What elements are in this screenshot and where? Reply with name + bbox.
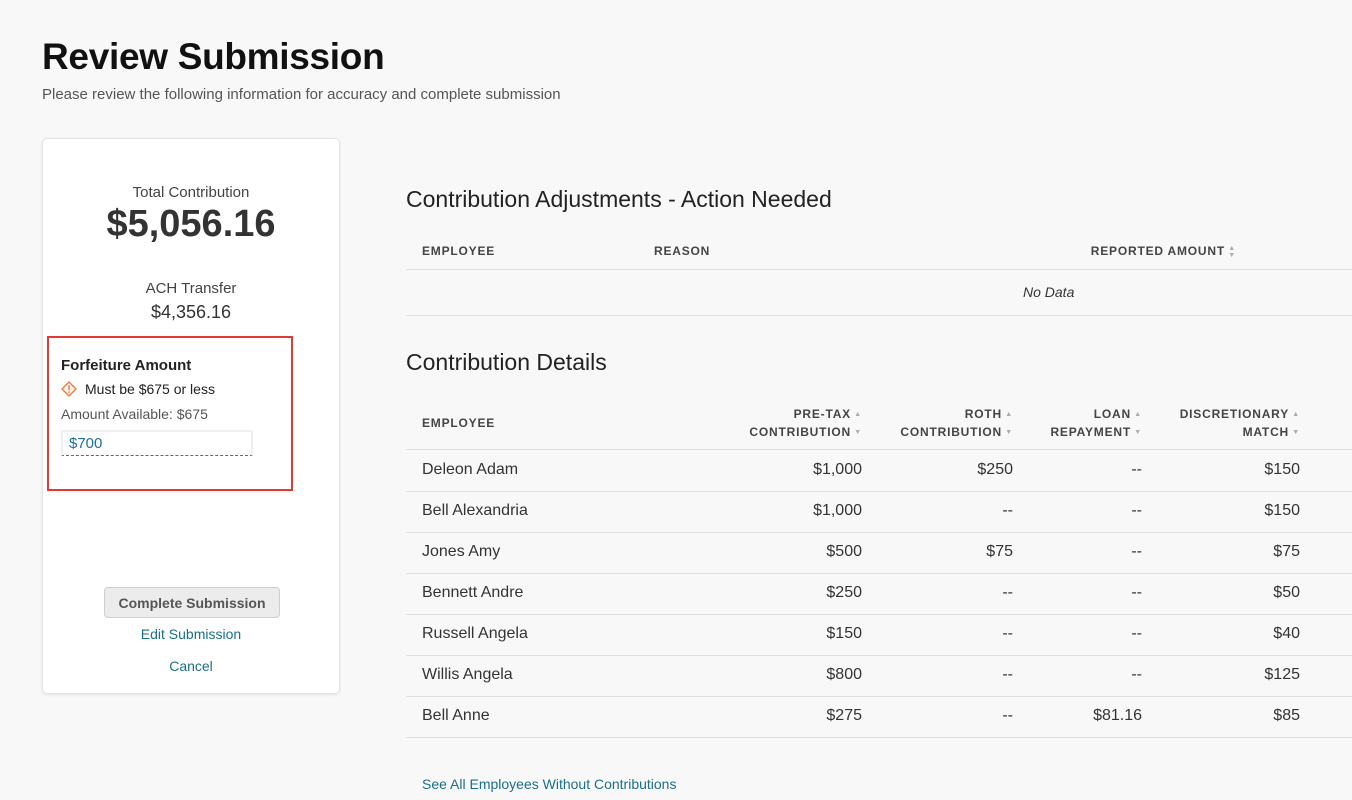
row-divider bbox=[406, 532, 1352, 533]
details-header-pretax-line2: CONTRIBUTION bbox=[749, 425, 851, 439]
row-divider bbox=[406, 655, 1352, 656]
cell-pretax: $1,000 bbox=[813, 461, 862, 478]
forfeiture-amount-input[interactable] bbox=[61, 430, 253, 456]
cell-pretax: $1,000 bbox=[813, 502, 862, 519]
forfeiture-error: Must be $675 or less bbox=[61, 381, 215, 397]
cell-match: $50 bbox=[1273, 584, 1300, 601]
cell-loan: -- bbox=[1131, 502, 1142, 519]
adj-header-reason: REASON bbox=[654, 244, 711, 258]
cell-pretax: $250 bbox=[826, 584, 862, 601]
complete-submission-button[interactable]: Complete Submission bbox=[104, 587, 280, 618]
cancel-link[interactable]: Cancel bbox=[43, 658, 339, 674]
details-header-roth-line1: ROTH bbox=[964, 407, 1002, 421]
adjustments-title: Contribution Adjustments - Action Needed bbox=[406, 186, 832, 212]
cell-loan: -- bbox=[1131, 625, 1142, 642]
amount-available-text: Amount Available: $675 bbox=[61, 406, 208, 422]
cell-match: $150 bbox=[1264, 461, 1300, 478]
row-divider bbox=[406, 614, 1352, 615]
review-submission-page: Review Submission Please review the foll… bbox=[0, 0, 1352, 800]
details-header-pretax[interactable]: PRE-TAX ▲ CONTRIBUTION ▼ bbox=[700, 405, 862, 441]
details-header-loan-line2: REPAYMENT bbox=[1050, 425, 1131, 439]
details-header-match[interactable]: DISCRETIONARY ▲ MATCH ▼ bbox=[1140, 405, 1300, 441]
forfeiture-error-text: Must be $675 or less bbox=[85, 381, 215, 397]
total-contribution-label: Total Contribution bbox=[132, 184, 250, 201]
ach-transfer-label: ACH Transfer bbox=[145, 280, 237, 297]
details-header-roth-line2: CONTRIBUTION bbox=[900, 425, 1002, 439]
cell-loan: -- bbox=[1131, 584, 1142, 601]
sort-arrows-icon[interactable]: ▲ ▼ bbox=[1228, 245, 1236, 259]
details-header-pretax-line1: PRE-TAX bbox=[793, 407, 851, 421]
cell-employee: Jones Amy bbox=[422, 543, 501, 560]
page-title: Review Submission bbox=[42, 36, 385, 77]
cell-roth: -- bbox=[1002, 584, 1013, 601]
details-header-employee: EMPLOYEE bbox=[422, 416, 496, 430]
cell-employee: Willis Angela bbox=[422, 666, 513, 683]
cell-roth: $75 bbox=[986, 543, 1013, 560]
warning-diamond-icon bbox=[61, 381, 77, 397]
sort-down-icon[interactable]: ▼ bbox=[1292, 429, 1300, 436]
cell-match: $150 bbox=[1264, 502, 1300, 519]
cell-loan: $81.16 bbox=[1093, 707, 1142, 724]
cell-roth: $250 bbox=[977, 461, 1013, 478]
cell-loan: -- bbox=[1131, 666, 1142, 683]
divider bbox=[406, 269, 1352, 270]
cell-pretax: $275 bbox=[826, 707, 862, 724]
cell-employee: Bennett Andre bbox=[422, 584, 524, 601]
cell-match: $85 bbox=[1273, 707, 1300, 724]
divider bbox=[406, 449, 1352, 450]
details-header-loan[interactable]: LOAN ▲ REPAYMENT ▼ bbox=[1000, 405, 1142, 441]
edit-submission-link[interactable]: Edit Submission bbox=[43, 626, 339, 642]
cell-employee: Deleon Adam bbox=[422, 461, 519, 478]
details-header-roth[interactable]: ROTH ▲ CONTRIBUTION ▼ bbox=[860, 405, 1013, 441]
cell-roth: -- bbox=[1002, 707, 1013, 724]
see-all-employees-link[interactable]: See All Employees Without Contributions bbox=[422, 776, 676, 792]
cell-match: $75 bbox=[1273, 543, 1300, 560]
cell-roth: -- bbox=[1002, 502, 1013, 519]
details-header-match-line2: MATCH bbox=[1242, 425, 1289, 439]
divider bbox=[406, 315, 1352, 316]
adj-no-data-text: No Data bbox=[1023, 284, 1075, 300]
cell-match: $40 bbox=[1273, 625, 1300, 642]
row-divider bbox=[406, 696, 1352, 697]
cell-loan: -- bbox=[1131, 543, 1142, 560]
cell-loan: -- bbox=[1131, 461, 1142, 478]
ach-transfer-value: $4,356.16 bbox=[150, 302, 232, 322]
total-contribution-value: $5,056.16 bbox=[106, 203, 276, 245]
row-divider bbox=[406, 491, 1352, 492]
details-header-loan-line1: LOAN bbox=[1093, 407, 1131, 421]
row-divider bbox=[406, 573, 1352, 574]
forfeiture-title: Forfeiture Amount bbox=[61, 357, 192, 374]
cell-pretax: $800 bbox=[826, 666, 862, 683]
adj-header-employee: EMPLOYEE bbox=[422, 244, 496, 258]
cell-employee: Bell Alexandria bbox=[422, 502, 528, 519]
details-title: Contribution Details bbox=[406, 349, 607, 375]
adj-header-reported-amount[interactable]: REPORTED AMOUNT ▲ ▼ bbox=[1040, 242, 1236, 260]
cell-match: $125 bbox=[1264, 666, 1300, 683]
cell-roth: -- bbox=[1002, 625, 1013, 642]
adj-header-reported-amount-label: REPORTED AMOUNT bbox=[1090, 244, 1225, 258]
cell-employee: Bell Anne bbox=[422, 707, 490, 724]
summary-card: Total Contribution $5,056.16 ACH Transfe… bbox=[42, 138, 340, 694]
cell-roth: -- bbox=[1002, 666, 1013, 683]
cell-pretax: $500 bbox=[826, 543, 862, 560]
details-header-match-line1: DISCRETIONARY bbox=[1179, 407, 1289, 421]
forfeiture-amount-section: Forfeiture Amount Must be $675 or less A… bbox=[47, 336, 293, 491]
cell-employee: Russell Angela bbox=[422, 625, 528, 642]
sort-up-icon[interactable]: ▲ bbox=[1292, 411, 1300, 418]
page-subtitle: Please review the following information … bbox=[42, 86, 561, 103]
row-divider bbox=[406, 737, 1352, 738]
cell-pretax: $150 bbox=[826, 625, 862, 642]
